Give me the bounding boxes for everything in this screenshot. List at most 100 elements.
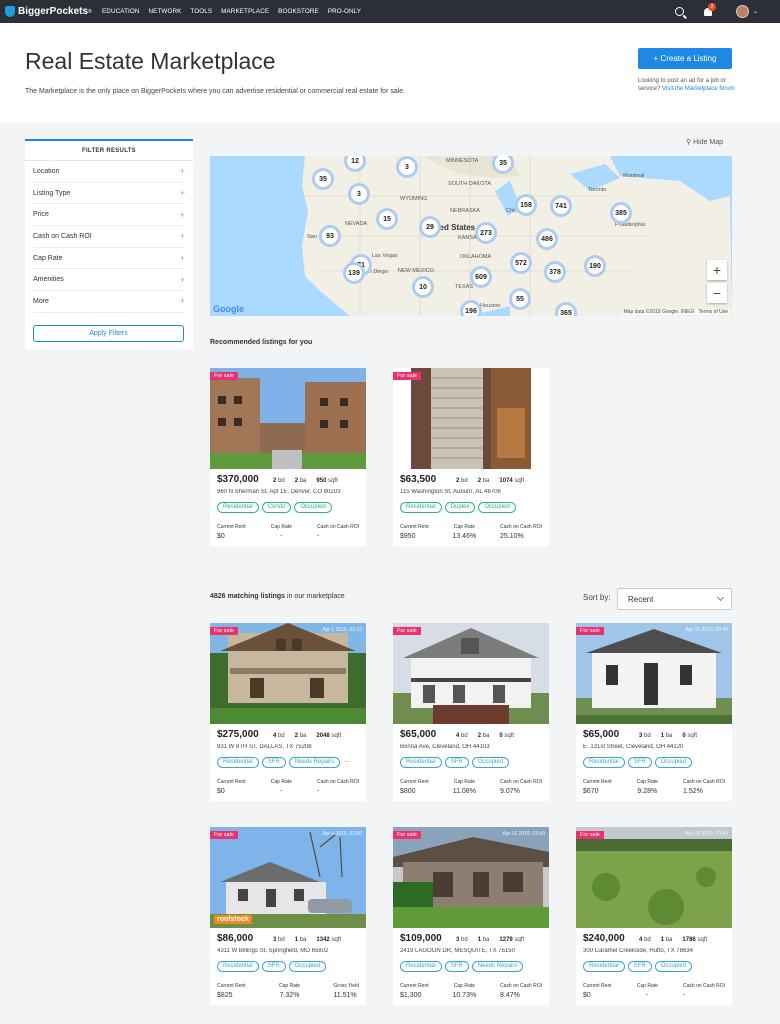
baths: 1 ba bbox=[295, 937, 307, 943]
price-row: $370,000 2 bd 2 ba 950 sqft bbox=[217, 474, 359, 485]
listing-photo[interactable]: For sale Apr 4 2019, 02:00 roofstock bbox=[210, 827, 366, 928]
sort-select[interactable]: Recent bbox=[617, 588, 732, 610]
listing-card[interactable]: For sale Apr 15 2019, 03:49 $65,000 3 bd… bbox=[576, 623, 732, 801]
create-listing-button[interactable]: + Create a Listing bbox=[638, 48, 732, 69]
listing-tags: Residential Duplex Occupied bbox=[400, 502, 542, 513]
filter-cash-on-cash-roi[interactable]: Cash on Cash ROI + bbox=[33, 226, 185, 248]
map-cluster[interactable]: 486 bbox=[536, 228, 558, 250]
post-note: Looking to post an ad for a job or servi… bbox=[638, 77, 738, 93]
map-cluster[interactable]: 55 bbox=[509, 288, 531, 310]
price-row: $63,500 2 bd 2 ba 1074 sqft bbox=[400, 474, 542, 485]
hide-map-label: Hide Map bbox=[693, 139, 724, 146]
nav-item-network[interactable]: NETWORK bbox=[149, 8, 182, 15]
beds-unit: bd bbox=[461, 733, 468, 739]
listing-address[interactable]: E. 131st Street, Cleveland, OH 44120 bbox=[583, 744, 725, 750]
zoom-in-button[interactable]: + bbox=[707, 260, 727, 280]
listing-address[interactable]: 2419 LAGOON DR, MESQUITE, TX 75150 bbox=[400, 948, 542, 954]
map-cluster[interactable]: 158 bbox=[515, 194, 537, 216]
stat-label: Current Rent bbox=[583, 983, 612, 989]
map-cluster[interactable]: 10 bbox=[412, 276, 434, 298]
avatar[interactable] bbox=[735, 5, 749, 18]
listing-photo[interactable]: For sale Apr 1 2019, 02:10 bbox=[210, 623, 366, 724]
more-tags[interactable]: ... bbox=[343, 757, 349, 768]
listing-address[interactable]: 931 W 8TH ST, DALLAS, TX 75208 bbox=[217, 744, 359, 750]
map-cluster[interactable]: 190 bbox=[584, 255, 606, 277]
listing-card[interactable]: For sale $370,000 2 bd 2 ba 950 sqft 960… bbox=[210, 368, 366, 546]
map-cluster[interactable]: 139 bbox=[343, 262, 365, 284]
map-cluster[interactable]: 741 bbox=[550, 195, 572, 217]
zoom-out-button[interactable]: − bbox=[707, 283, 727, 303]
brand-logo[interactable]: BiggerPockets ® bbox=[5, 6, 97, 17]
filter-location[interactable]: Location + bbox=[33, 161, 185, 183]
nav-item-marketplace[interactable]: MARKETPLACE bbox=[221, 8, 269, 15]
stat-label: Gross Yield bbox=[333, 983, 359, 989]
listing-photo[interactable]: For sale bbox=[210, 368, 366, 469]
search-icon[interactable] bbox=[674, 7, 684, 16]
beds-value: 2 bbox=[273, 478, 277, 484]
listing-address[interactable]: 300 Caramel Creekside, Hutto, TX 78634 bbox=[583, 948, 725, 954]
listing-card[interactable]: For sale Apr 15 2019, 03:49 $240,000 4 b… bbox=[576, 827, 732, 1005]
terms-link[interactable]: Terms of Use bbox=[699, 309, 728, 315]
filter-more[interactable]: More + bbox=[33, 291, 185, 313]
stat-value: 10.73% bbox=[452, 992, 477, 999]
listing-photo[interactable]: For sale bbox=[393, 368, 549, 469]
listing-address[interactable]: 960 N Sherman St, Apt 1E, Denver, CO 802… bbox=[217, 489, 359, 495]
nav-item-tools[interactable]: TOOLS bbox=[190, 8, 212, 15]
listing-photo[interactable]: For sale Apr 15 2019, 03:49 bbox=[576, 827, 732, 928]
listings-map[interactable]: MINNESOTA SOUTH DAKOTA WYOMING NEBRASKA … bbox=[210, 156, 732, 316]
filter-cap-rate[interactable]: Cap Rate + bbox=[33, 248, 185, 270]
map-cluster[interactable]: 29 bbox=[419, 216, 441, 238]
filter-price[interactable]: Price + bbox=[33, 204, 185, 227]
listing-address[interactable]: Bonna Ave, Cleveland, OH 44103 bbox=[400, 744, 542, 750]
chevron-down-icon[interactable]: ⌄ bbox=[753, 8, 758, 15]
listing-card[interactable]: For sale Apr 15 2019, 03:49 $109,000 3 b… bbox=[393, 827, 549, 1005]
nav-item-bookstore[interactable]: BOOKSTORE bbox=[278, 8, 319, 15]
listing-stats: Current Rent $0 Cap Rate - Cash on Cash RO… bbox=[217, 779, 359, 795]
map-cluster[interactable]: 3 bbox=[348, 183, 370, 205]
listing-card[interactable]: For sale $63,500 2 bd 2 ba 1074 sqft 115… bbox=[393, 368, 549, 546]
filter-amenities[interactable]: Amenities + bbox=[33, 269, 185, 292]
listing-tag: SFR bbox=[261, 961, 286, 972]
matching-count-value: 4826 matching listings bbox=[210, 593, 286, 600]
stat-cap-rate: Cap Rate 13.46% bbox=[452, 524, 476, 540]
map-cluster[interactable]: 196 bbox=[460, 300, 482, 316]
baths-unit: ba bbox=[482, 478, 490, 484]
apply-filters-button[interactable]: Apply Filters bbox=[33, 325, 184, 342]
listing-card[interactable]: For sale Apr 4 2019, 02:00 roofstock $86… bbox=[210, 827, 366, 1005]
map-cluster[interactable]: 385 bbox=[610, 202, 632, 224]
brand-name: BiggerPockets bbox=[18, 6, 89, 17]
filter-listing-type[interactable]: Listing Type + bbox=[33, 183, 185, 205]
hide-map-toggle[interactable]: ⚲ Hide Map bbox=[686, 138, 723, 146]
bell-icon[interactable]: 2 bbox=[703, 2, 716, 16]
nav-item-education[interactable]: EDUCATION bbox=[102, 8, 140, 15]
listing-address[interactable]: 115 Washington St, Auburn, AL 46706 bbox=[400, 489, 542, 495]
sqft-unit: sqft bbox=[504, 733, 515, 739]
listing-photo[interactable]: For sale Apr 15 2019, 03:49 bbox=[393, 827, 549, 928]
beds: 3 bd bbox=[639, 733, 651, 739]
map-label: OKLAHOMA bbox=[460, 254, 492, 260]
beds: 2 bd bbox=[456, 478, 468, 484]
sqft-value: 2048 bbox=[316, 733, 330, 739]
marketplace-forum-link[interactable]: Visit the Marketplace forum bbox=[662, 86, 735, 92]
map-cluster[interactable]: 3 bbox=[396, 156, 418, 178]
listing-address[interactable]: 4311 W Billings St, Springfield, MO 6580… bbox=[217, 948, 359, 954]
stat-current-rent: Current Rent $670 bbox=[583, 779, 612, 795]
filter-label: Location bbox=[33, 167, 60, 175]
nav-item-pro-only[interactable]: PRO-ONLY bbox=[328, 8, 361, 15]
map-cluster[interactable]: 35 bbox=[312, 168, 334, 190]
listing-card[interactable]: For sale $65,000 4 bd 2 ba 0 sqft Bonna … bbox=[393, 623, 549, 801]
map-cluster[interactable]: 378 bbox=[544, 261, 566, 283]
map-cluster[interactable]: 15 bbox=[376, 208, 398, 230]
listing-card[interactable]: For sale Apr 1 2019, 02:10 $275,000 4 bd… bbox=[210, 623, 366, 801]
map-cluster[interactable]: 273 bbox=[475, 222, 497, 244]
listing-photo[interactable]: For sale bbox=[393, 623, 549, 724]
roofstock-logo: roofstock bbox=[214, 915, 252, 924]
filter-label: Amenities bbox=[33, 276, 64, 284]
filter-label: Listing Type bbox=[33, 189, 71, 197]
listing-body: $86,000 3 bd 1 ba 1342 sqft 4311 W Billi… bbox=[210, 928, 366, 1005]
listing-photo[interactable]: For sale Apr 15 2019, 03:49 bbox=[576, 623, 732, 724]
map-cluster[interactable]: 572 bbox=[510, 252, 532, 274]
beds: 2 bd bbox=[273, 478, 285, 484]
map-cluster[interactable]: 609 bbox=[470, 266, 492, 288]
map-cluster[interactable]: 93 bbox=[319, 225, 341, 247]
